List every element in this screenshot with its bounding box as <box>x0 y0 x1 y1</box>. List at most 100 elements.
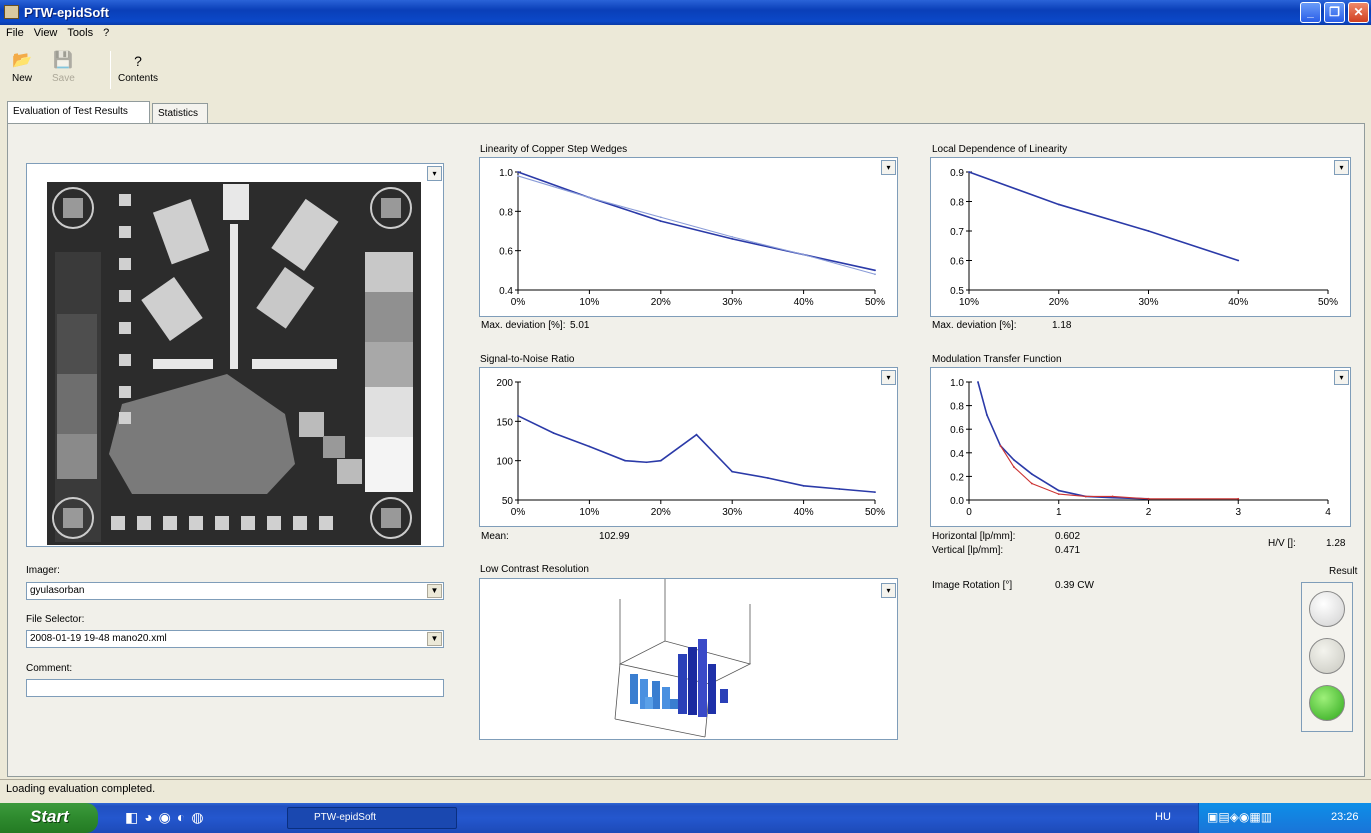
toolbar-separator <box>110 51 111 89</box>
x-tick-label: 40% <box>1228 297 1248 308</box>
x-tick-label: 4 <box>1325 507 1331 518</box>
lcr-bars <box>630 639 728 717</box>
mtf-title: Modulation Transfer Function <box>932 354 1062 365</box>
data-point <box>552 432 555 435</box>
menu-tools[interactable]: Tools <box>61 25 97 39</box>
x-tick-label: 3 <box>1235 507 1241 518</box>
chart-options-button[interactable]: ▾ <box>1334 160 1349 175</box>
linearity-chart-panel: 0% 10% 20% 30% 40% 50% 0.4 0.6 0.8 1.0 ▾ <box>479 157 898 317</box>
data-point <box>659 216 662 219</box>
mtf-vertical-value: 0.471 <box>1055 545 1081 556</box>
data-point <box>802 253 805 256</box>
start-label: Start <box>30 807 69 826</box>
menu-help[interactable]: ? <box>97 25 113 39</box>
hv-label: H/V []: <box>1268 538 1296 549</box>
data-point <box>588 445 591 448</box>
result-lamp-yellow <box>1309 638 1345 674</box>
save-label: Save <box>52 73 75 84</box>
y-tick-label: 150 <box>496 417 513 428</box>
image-options-button[interactable]: ▾ <box>427 166 442 181</box>
data-point <box>874 273 876 276</box>
tray-icons[interactable]: ▣▤◈◉▦▥ <box>1207 810 1272 824</box>
data-point <box>731 237 734 240</box>
tab-statistics[interactable]: Statistics <box>152 103 208 123</box>
local-chart-panel: 10% 20% 30% 40% 50% 0.5 0.6 0.7 0.8 0.9 ▾ <box>930 157 1351 317</box>
language-indicator[interactable]: HU <box>1155 811 1171 823</box>
data-point <box>659 459 662 462</box>
linearity-footer-label: Max. deviation [%]: <box>481 320 566 331</box>
mtf-chart: 0 1 2 3 4 0.0 0.2 0.4 0.6 0.8 1.0 <box>950 378 1331 518</box>
title-bar: PTW-epidSoft _ ❐ ✕ <box>0 0 1371 25</box>
linearity-footer-value: 5.01 <box>570 320 590 331</box>
menu-bar: File View Tools? <box>0 25 1371 43</box>
series-line <box>968 171 1239 262</box>
data-point <box>767 477 769 479</box>
x-tick-label: 1 <box>1056 507 1062 518</box>
new-button[interactable]: 📂 New <box>12 51 32 84</box>
open-folder-icon: 📂 <box>12 52 32 69</box>
taskbar-app-label: PTW-epidSoft <box>314 812 377 823</box>
imager-value: gyulasorban <box>30 585 85 596</box>
snr-title: Signal-to-Noise Ratio <box>480 354 575 365</box>
local-footer-value: 1.18 <box>1052 320 1072 331</box>
chevron-down-icon[interactable]: ▼ <box>427 632 442 646</box>
data-point <box>1012 458 1015 461</box>
status-bar: Loading evaluation completed. <box>0 779 1371 798</box>
tab-evaluation[interactable]: Evaluation of Test Results <box>7 101 150 123</box>
y-tick-label: 0.4 <box>950 449 964 460</box>
close-button[interactable]: ✕ <box>1348 2 1369 23</box>
hv-value: 1.28 <box>1326 538 1346 549</box>
comment-label: Comment: <box>26 663 73 674</box>
data-point <box>986 414 988 416</box>
comment-field[interactable] <box>26 679 444 697</box>
restore-button[interactable]: ❐ <box>1324 2 1345 23</box>
snr-chart: 0% 10% 20% 30% 40% 50% 50 100 150 200 <box>496 378 885 518</box>
x-tick-label: 10% <box>579 507 599 518</box>
mtf-vertical-label: Vertical [lp/mm]: <box>932 545 1004 556</box>
data-point <box>977 381 979 383</box>
x-tick-label: 50% <box>865 507 885 518</box>
data-point <box>588 196 591 199</box>
y-tick-label: 0.5 <box>950 286 964 297</box>
contents-button[interactable]: ? Contents <box>118 51 158 84</box>
menu-file[interactable]: File <box>0 25 28 39</box>
file-selector-label: File Selector: <box>26 614 85 625</box>
toolbar: 📂 New 💾 Save ? Contents <box>0 43 1371 97</box>
x-tick-label: 0 <box>966 507 972 518</box>
series-line <box>977 381 1149 500</box>
new-label: New <box>12 73 33 84</box>
x-tick-label: 10% <box>959 297 979 308</box>
rotation-label: Image Rotation [°] <box>932 580 1013 591</box>
chevron-down-icon[interactable]: ▼ <box>427 584 442 598</box>
y-tick-label: 0.8 <box>950 198 964 209</box>
y-tick-label: 0.7 <box>950 227 964 238</box>
data-point <box>1057 489 1060 492</box>
menu-view[interactable]: View <box>28 25 62 39</box>
result-lamp-red <box>1309 591 1345 627</box>
lcr-chart-panel: ▾ <box>479 578 898 740</box>
data-point <box>999 444 1002 447</box>
start-button[interactable]: Start <box>0 803 98 833</box>
taskbar-app-button[interactable]: PTW-epidSoft <box>287 807 457 829</box>
minimize-button[interactable]: _ <box>1300 2 1321 23</box>
snr-footer-value: 102.99 <box>599 531 630 542</box>
quick-launch-icons[interactable]: ◧◕◉◐◍ <box>125 809 210 826</box>
x-tick-label: 30% <box>1138 297 1158 308</box>
file-selector-value: 2008-01-19 19-48 mano20.xml <box>30 633 167 644</box>
result-label: Result <box>1329 566 1358 577</box>
chart-options-button[interactable]: ▾ <box>881 583 896 598</box>
y-tick-label: 1.0 <box>499 168 513 179</box>
data-point <box>1084 495 1087 498</box>
chart-options-button[interactable]: ▾ <box>881 370 896 385</box>
data-point <box>1237 497 1240 500</box>
data-point <box>695 433 698 436</box>
chart-options-button[interactable]: ▾ <box>1334 370 1349 385</box>
help-icon: ? <box>134 53 142 69</box>
save-button[interactable]: 💾 Save <box>52 51 75 84</box>
file-selector-select[interactable]: 2008-01-19 19-48 mano20.xml ▼ <box>26 630 444 648</box>
chart-options-button[interactable]: ▾ <box>881 160 896 175</box>
imager-select[interactable]: gyulasorban ▼ <box>26 582 444 600</box>
data-point <box>731 470 734 473</box>
y-tick-label: 0.6 <box>499 247 513 258</box>
data-point <box>1012 466 1015 468</box>
